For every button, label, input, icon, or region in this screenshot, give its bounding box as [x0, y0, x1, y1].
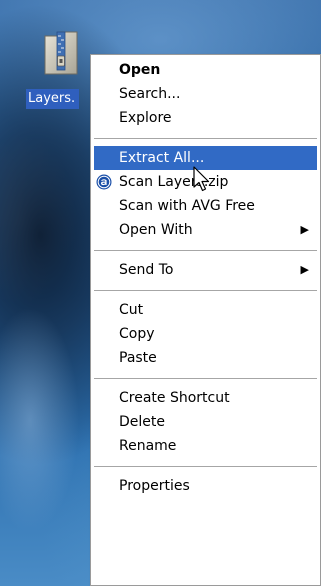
menu-item-label: Cut: [119, 302, 144, 318]
menu-item-scan-with-avg[interactable]: Scan with AVG Free: [94, 194, 317, 218]
menu-item-copy[interactable]: Copy: [94, 322, 317, 346]
arrow-pointer-icon: [193, 166, 210, 192]
menu-item-open[interactable]: Open: [94, 58, 317, 82]
menu-item-label: Properties: [119, 478, 190, 494]
menu-item-label: Open With: [119, 222, 193, 238]
zip-folder-icon: [44, 31, 78, 75]
menu-item-label: Extract All...: [119, 150, 205, 166]
menu-item-rename[interactable]: Rename: [94, 434, 317, 458]
context-menu: Open Search... Explore Extract All... Sc…: [90, 54, 321, 586]
menu-item-label: Scan with AVG Free: [119, 198, 255, 214]
menu-item-label: Rename: [119, 438, 177, 454]
menu-item-search[interactable]: Search...: [94, 82, 317, 106]
menu-separator: [94, 290, 317, 291]
menu-item-label: Create Shortcut: [119, 390, 230, 406]
menu-item-label: Send To: [119, 262, 174, 278]
menu-separator: [94, 466, 317, 467]
menu-item-label: Search...: [119, 86, 181, 102]
menu-separator: [94, 378, 317, 379]
menu-item-label: Open: [119, 62, 161, 78]
menu-item-create-shortcut[interactable]: Create Shortcut: [94, 386, 317, 410]
submenu-arrow-icon: ▶: [300, 223, 309, 236]
menu-item-delete[interactable]: Delete: [94, 410, 317, 434]
menu-item-send-to[interactable]: Send To ▶: [94, 258, 317, 282]
menu-separator: [94, 138, 317, 139]
avast-icon: [96, 174, 112, 190]
menu-item-properties[interactable]: Properties: [94, 474, 317, 498]
menu-item-label: Paste: [119, 350, 157, 366]
menu-item-cut[interactable]: Cut: [94, 298, 317, 322]
menu-item-label: Explore: [119, 110, 172, 126]
menu-item-paste[interactable]: Paste: [94, 346, 317, 370]
menu-item-label: Copy: [119, 326, 155, 342]
submenu-arrow-icon: ▶: [300, 263, 309, 276]
menu-item-label: Delete: [119, 414, 165, 430]
menu-item-explore[interactable]: Explore: [94, 106, 317, 130]
desktop-icon-label: Layers.: [26, 89, 80, 109]
menu-item-open-with[interactable]: Open With ▶: [94, 218, 317, 242]
menu-separator: [94, 250, 317, 251]
